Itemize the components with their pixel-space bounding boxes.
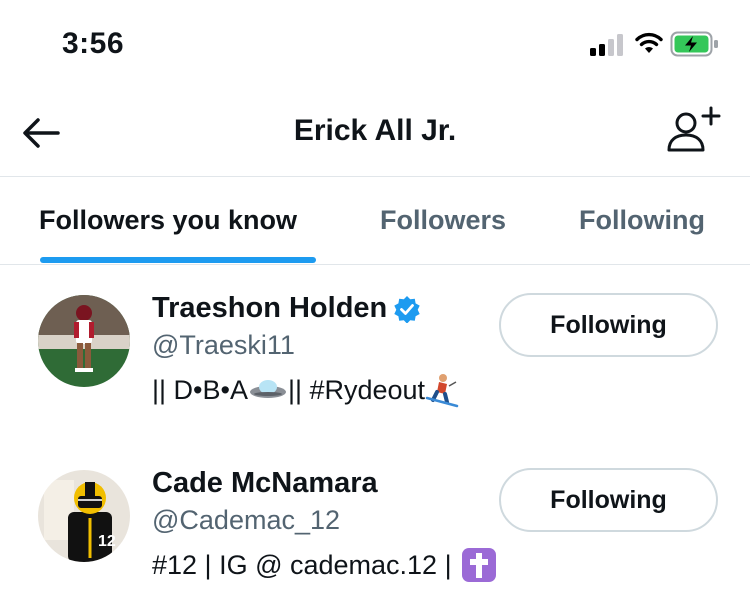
tab-followers-you-know[interactable]: Followers you know bbox=[39, 205, 297, 236]
svg-text:12: 12 bbox=[98, 533, 116, 550]
cellular-signal-icon bbox=[590, 34, 623, 56]
user-name: Traeshon Holden bbox=[152, 292, 388, 324]
bio-text: || D•B•A bbox=[152, 374, 248, 405]
user-handle: @Cademac_12 bbox=[152, 505, 341, 535]
bio-text: #12 | IG @ cademac.12 | bbox=[152, 549, 452, 580]
status-time: 3:56 bbox=[62, 27, 125, 60]
list-item[interactable]: 12 Cade McNamara @Cademac_12 #12 | IG @ … bbox=[0, 445, 750, 608]
tab-following[interactable]: Following bbox=[579, 205, 705, 236]
user-name-line: Cade McNamara bbox=[152, 467, 378, 500]
skier-emoji bbox=[425, 374, 459, 408]
profile-followers-screen: 3:56 Erick All Jr. Followers you know Fo… bbox=[0, 0, 750, 608]
add-user-icon[interactable] bbox=[666, 106, 722, 154]
user-name-line: Traeshon Holden bbox=[152, 292, 421, 325]
user-handle: @Traeski11 bbox=[152, 330, 295, 360]
following-button[interactable]: Following bbox=[499, 468, 718, 532]
tab-followers[interactable]: Followers bbox=[380, 205, 506, 236]
list-item[interactable]: Traeshon Holden @Traeski11 || D•B•A || #… bbox=[0, 270, 750, 440]
latin-cross-emoji bbox=[461, 548, 496, 582]
wifi-icon bbox=[635, 32, 663, 53]
page-title: Erick All Jr. bbox=[293, 114, 457, 147]
avatar[interactable]: 12 bbox=[38, 470, 130, 562]
user-name: Cade McNamara bbox=[152, 467, 378, 499]
bio-text-2: || #Rydeout bbox=[287, 374, 426, 405]
follower-tabs: Followers you know Followers Following bbox=[0, 177, 750, 265]
verified-badge-icon bbox=[394, 295, 420, 323]
user-bio: || D•B•A || #Rydeout bbox=[152, 372, 459, 408]
following-button[interactable]: Following bbox=[499, 293, 718, 357]
active-tab-indicator bbox=[40, 257, 316, 263]
avatar[interactable] bbox=[38, 295, 130, 387]
battery-charging-icon bbox=[670, 31, 718, 57]
status-bar: 3:56 bbox=[0, 0, 750, 90]
tabs-divider bbox=[0, 264, 750, 265]
profile-header: Erick All Jr. bbox=[0, 90, 750, 176]
flying-saucer-emoji bbox=[249, 380, 286, 398]
user-bio: #12 | IG @ cademac.12 | bbox=[152, 547, 500, 583]
